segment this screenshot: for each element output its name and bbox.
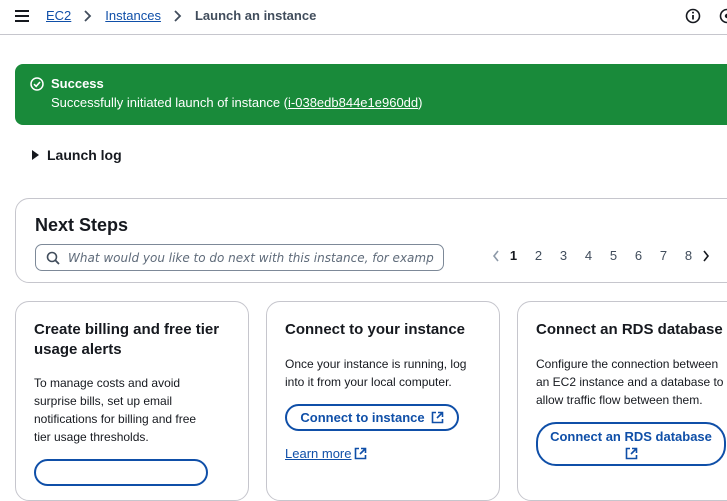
billing-alerts-card: Create billing and free tier usage alert… <box>15 301 249 501</box>
external-link-icon <box>625 447 638 460</box>
flash-message: Successfully initiated launch of instanc… <box>51 95 423 110</box>
card-description-line: tier usage thresholds. <box>34 428 196 446</box>
pagination: 1 2 3 4 5 6 7 8 <box>491 248 711 263</box>
next-steps-title: Next Steps <box>35 215 128 236</box>
card-description: To manage costs and avoid surprise bills… <box>34 374 196 446</box>
connect-rds-database-button[interactable]: Connect an RDS database <box>536 422 726 466</box>
card-description-line: notifications for billing and free <box>34 410 196 428</box>
top-navigation-bar: EC2 Instances Launch an instance <box>0 0 727 35</box>
card-description-line: Configure the connection between <box>536 355 723 373</box>
card-description-line: allow traffic flow between them. <box>536 391 723 409</box>
menu-icon[interactable] <box>15 10 29 22</box>
button-label: Connect an RDS database <box>550 429 712 444</box>
breadcrumb-instances[interactable]: Instances <box>105 8 161 24</box>
card-description-line: into it from your local computer. <box>285 373 466 391</box>
chevron-right-icon <box>169 8 187 24</box>
page-6[interactable]: 6 <box>626 248 651 263</box>
chevron-right-icon[interactable] <box>701 249 711 263</box>
search-input[interactable] <box>68 249 434 266</box>
breadcrumb-ec2[interactable]: EC2 <box>46 8 71 24</box>
card-title: Connect to your instance <box>285 320 500 340</box>
external-link-icon <box>354 447 367 460</box>
launch-log-label: Launch log <box>47 147 122 163</box>
info-icon[interactable] <box>685 8 701 24</box>
card-description: Once your instance is running, log into … <box>285 355 466 391</box>
connect-to-instance-button[interactable]: Connect to instance <box>285 404 459 431</box>
caret-right-icon <box>32 150 39 160</box>
connect-instance-card: Connect to your instance Once your insta… <box>266 301 500 501</box>
page-5[interactable]: 5 <box>601 248 626 263</box>
page-4[interactable]: 4 <box>576 248 601 263</box>
page-3[interactable]: 3 <box>551 248 576 263</box>
external-link-icon <box>431 411 444 424</box>
settings-icon[interactable] <box>719 8 727 24</box>
page-8[interactable]: 8 <box>676 248 701 263</box>
learn-more-label: Learn more <box>285 446 351 461</box>
card-description-line: surprise bills, set up email <box>34 392 196 410</box>
chevron-left-icon[interactable] <box>491 249 501 263</box>
page-1[interactable]: 1 <box>501 248 526 263</box>
button-label: Connect to instance <box>300 410 424 425</box>
page-7[interactable]: 7 <box>651 248 676 263</box>
flash-title: Success <box>51 76 104 91</box>
connect-rds-card: Connect an RDS database Configure the co… <box>517 301 727 501</box>
instance-id-link[interactable]: i-038edb844e1e960dd <box>288 95 418 110</box>
card-title: Connect an RDS database <box>536 320 727 340</box>
check-circle-icon <box>30 77 44 91</box>
page-2[interactable]: 2 <box>526 248 551 263</box>
next-steps-panel: Next Steps 1 2 3 4 5 6 7 8 <box>15 198 727 283</box>
card-title: Create billing and free tier usage alert… <box>34 320 239 360</box>
flash-message-text: Successfully initiated launch of instanc… <box>51 95 288 110</box>
learn-more-link[interactable]: Learn more <box>285 446 367 461</box>
breadcrumb: EC2 Instances Launch an instance <box>46 8 316 24</box>
search-icon <box>46 251 60 265</box>
card-description: Configure the connection between an EC2 … <box>536 355 723 409</box>
launch-log-expander[interactable]: Launch log <box>32 147 122 163</box>
breadcrumb-current-page: Launch an instance <box>195 8 316 24</box>
card-description-line: an EC2 instance and a database to <box>536 373 723 391</box>
success-flash-banner: Success Successfully initiated launch of… <box>15 64 727 125</box>
flash-message-suffix: ) <box>418 95 422 110</box>
billing-alerts-button[interactable] <box>34 459 208 486</box>
card-description-line: Once your instance is running, log <box>285 355 466 373</box>
chevron-right-icon <box>79 8 97 24</box>
next-steps-search[interactable] <box>35 244 444 271</box>
card-description-line: To manage costs and avoid <box>34 374 196 392</box>
